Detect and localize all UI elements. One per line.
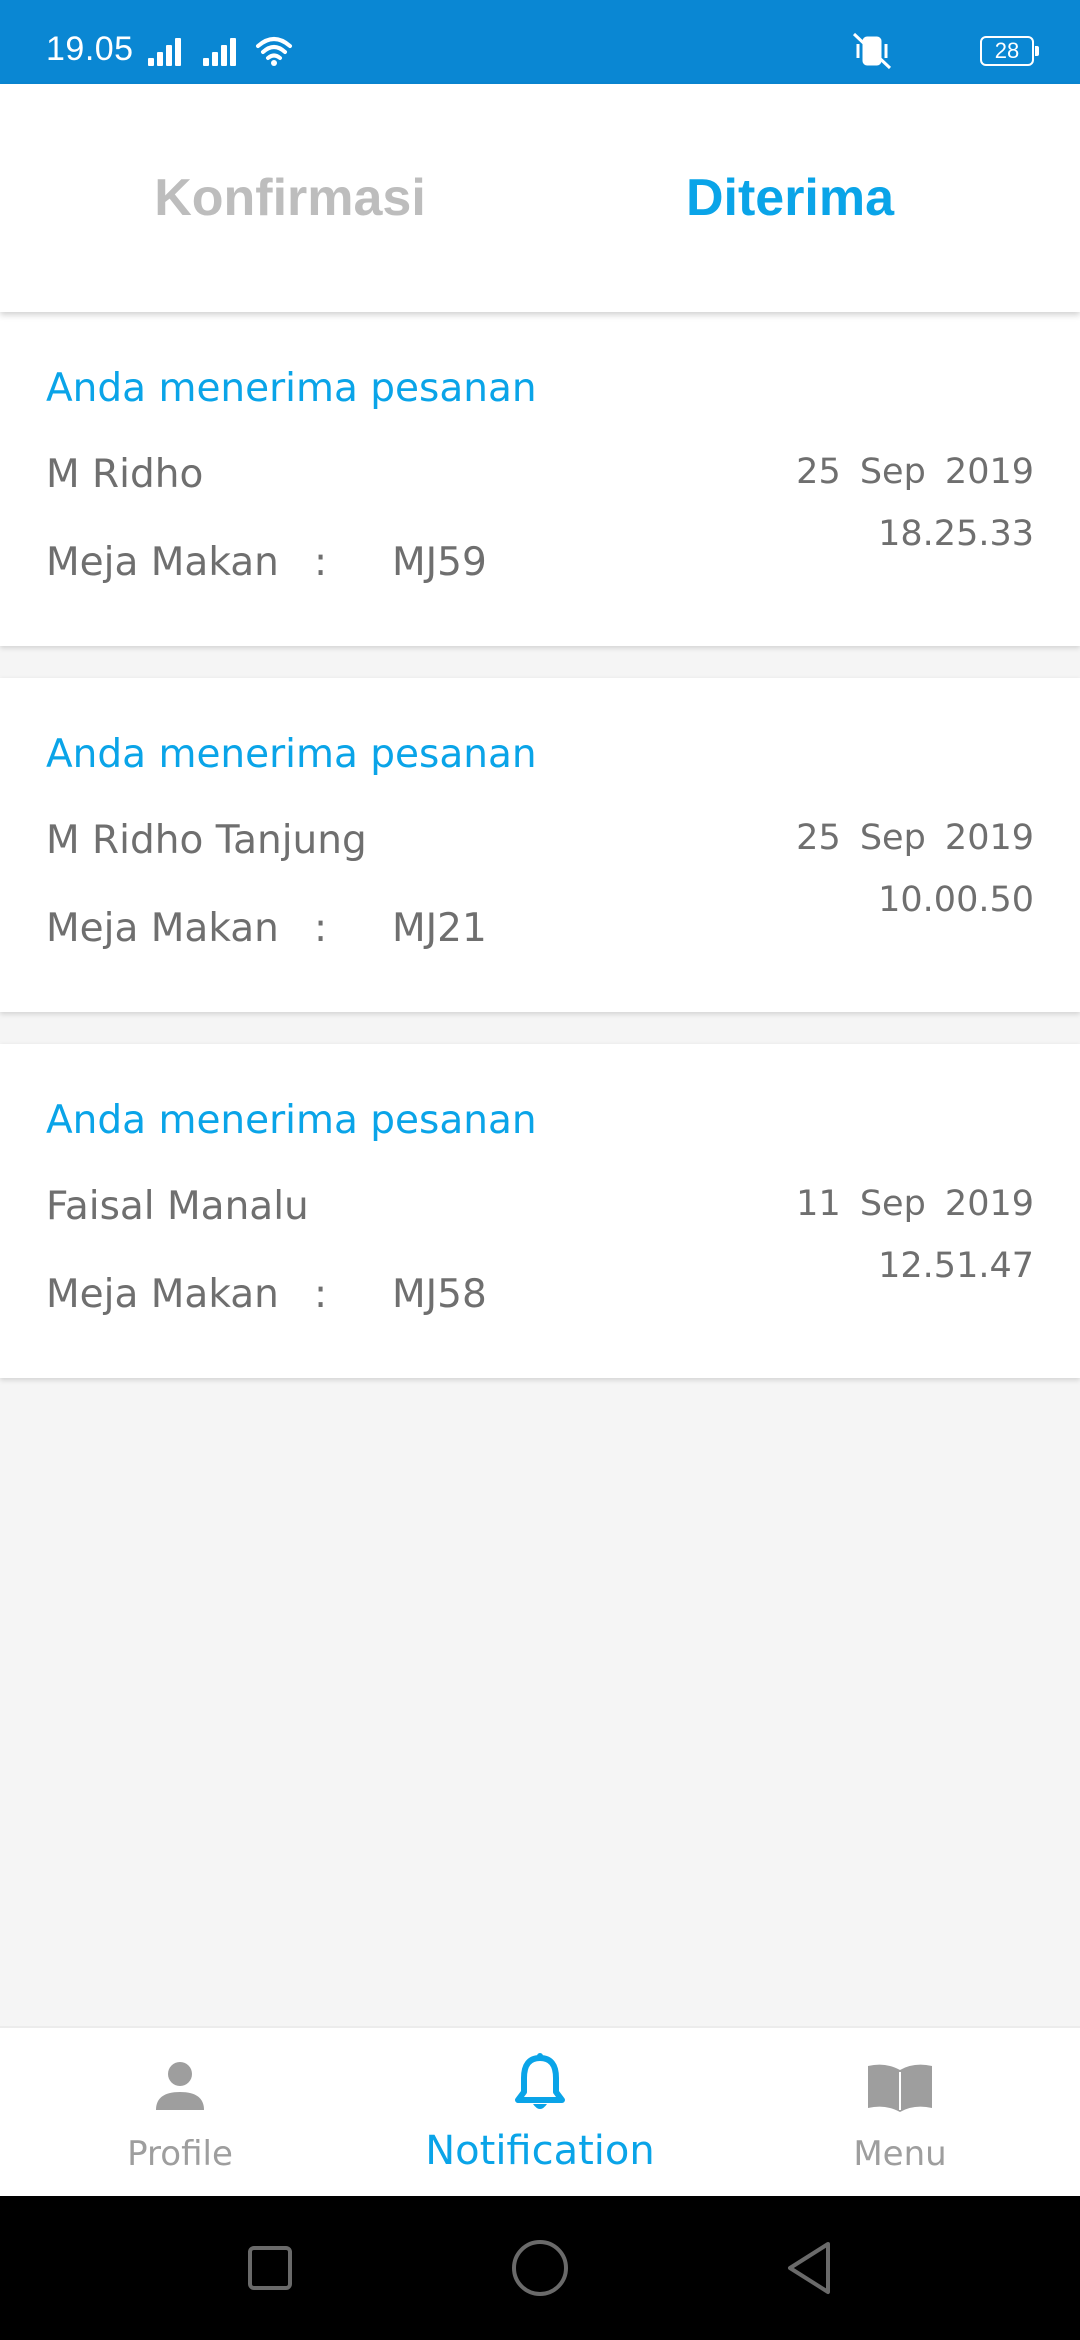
- person-icon: [156, 2062, 204, 2110]
- nav-menu-label: Menu: [853, 2134, 947, 2174]
- nav-menu[interactable]: Menu: [720, 2028, 1080, 2198]
- notification-card[interactable]: Anda menerima pesanan Faisal Manalu Meja…: [0, 1044, 1080, 1378]
- recent-apps-icon[interactable]: [248, 2236, 292, 2300]
- notification-title: Anda menerima pesanan: [46, 366, 537, 411]
- book-icon: [868, 2064, 932, 2112]
- notification-title: Anda menerima pesanan: [46, 732, 537, 777]
- order-date: 11 Sep 2019: [796, 1184, 1034, 1224]
- status-bar: 19.05 28: [0, 0, 1080, 84]
- tab-konfirmasi[interactable]: Konfirmasi: [30, 84, 550, 312]
- order-time: 18.25.33: [878, 514, 1034, 554]
- bottom-navigation: Profile Notification Menu: [0, 2026, 1080, 2196]
- nav-profile[interactable]: Profile: [0, 2028, 360, 2198]
- customer-name: M Ridho: [46, 452, 204, 497]
- table-separator: :: [314, 1272, 328, 1317]
- table-value: MJ59: [392, 540, 487, 585]
- back-icon[interactable]: [784, 2236, 832, 2300]
- nav-notification[interactable]: Notification: [360, 2028, 720, 2198]
- order-date: 25 Sep 2019: [796, 818, 1034, 858]
- table-label: Meja Makan: [46, 540, 279, 585]
- customer-name: Faisal Manalu: [46, 1184, 309, 1229]
- notification-card[interactable]: Anda menerima pesanan M Ridho Tanjung Me…: [0, 678, 1080, 1012]
- battery-icon: 28: [980, 36, 1039, 66]
- signal-icon-1: [148, 38, 181, 66]
- home-icon[interactable]: [510, 2236, 570, 2300]
- order-time: 10.00.50: [878, 880, 1034, 920]
- notification-card[interactable]: Anda menerima pesanan M Ridho Meja Makan…: [0, 312, 1080, 646]
- table-label: Meja Makan: [46, 906, 279, 951]
- bell-icon: [515, 2053, 565, 2109]
- customer-name: M Ridho Tanjung: [46, 818, 367, 863]
- signal-icon-2: [203, 38, 236, 66]
- signal-wifi-icons: [148, 37, 292, 66]
- nav-notification-label: Notification: [425, 2128, 655, 2174]
- vibrate-icon: [852, 32, 892, 70]
- order-date: 25 Sep 2019: [796, 452, 1034, 492]
- status-time: 19.05: [46, 30, 134, 68]
- notification-title: Anda menerima pesanan: [46, 1098, 537, 1143]
- wifi-icon: [256, 37, 292, 60]
- tab-diterima[interactable]: Diterima: [540, 84, 1040, 312]
- table-label: Meja Makan: [46, 1272, 279, 1317]
- order-time: 12.51.47: [878, 1246, 1034, 1286]
- table-separator: :: [314, 540, 328, 585]
- table-value: MJ58: [392, 1272, 487, 1317]
- table-separator: :: [314, 906, 328, 951]
- nav-profile-label: Profile: [127, 2134, 233, 2174]
- tab-bar: Konfirmasi Diterima: [0, 84, 1080, 312]
- system-navigation-bar: [0, 2196, 1080, 2340]
- table-value: MJ21: [392, 906, 487, 951]
